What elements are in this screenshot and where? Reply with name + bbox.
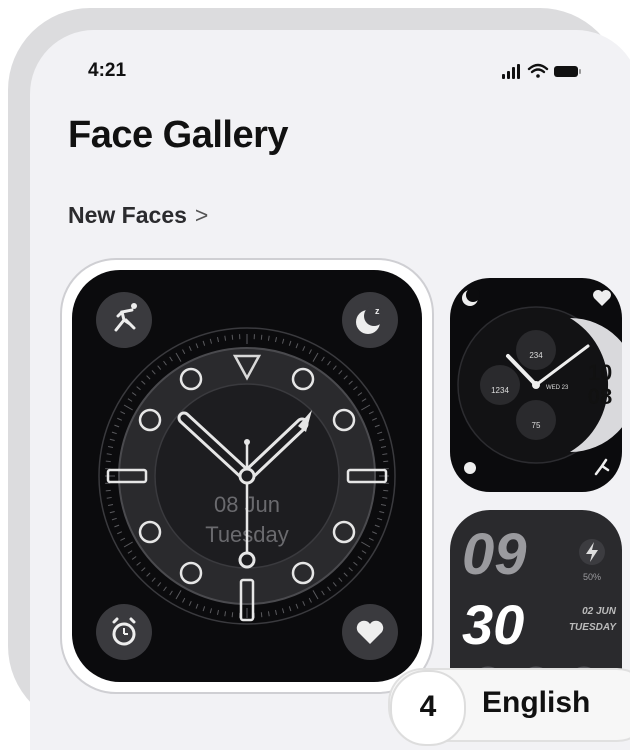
svg-text:z: z bbox=[375, 306, 380, 316]
language-pill[interactable]: 4 English bbox=[388, 668, 630, 742]
running-icon bbox=[96, 292, 152, 348]
diver-face-graphic: 08 Jun Tuesday bbox=[72, 270, 422, 682]
face2-bottom-value: 75 bbox=[532, 421, 541, 430]
battery-bolt-icon bbox=[579, 539, 605, 565]
face3-battery: 50% bbox=[583, 572, 601, 582]
page-title: Face Gallery bbox=[68, 114, 288, 157]
status-bar: 4:21 bbox=[30, 30, 630, 80]
running-icon bbox=[596, 460, 608, 474]
face2-top-value: 234 bbox=[529, 351, 543, 360]
face2-minute: 08 bbox=[588, 384, 612, 409]
signal-icon bbox=[502, 64, 520, 79]
chevron-right-icon: > bbox=[195, 202, 208, 228]
status-time: 4:21 bbox=[88, 60, 126, 82]
wifi-icon bbox=[529, 65, 547, 78]
sun-icon bbox=[464, 462, 476, 474]
heart-icon bbox=[593, 290, 611, 306]
battery-icon bbox=[554, 66, 581, 77]
watch-face-card-infograph[interactable]: 234 1234 75 WED 23 10 08 bbox=[450, 278, 622, 492]
moon-icon: z bbox=[342, 292, 398, 348]
section-label: New Faces bbox=[68, 202, 187, 228]
face3-date: 02 JUN bbox=[582, 606, 617, 617]
face2-date: WED 23 bbox=[546, 385, 569, 391]
alarm-icon bbox=[96, 604, 152, 660]
watch-face-diver: 08 Jun Tuesday bbox=[72, 270, 422, 682]
face2-hour: 10 bbox=[588, 360, 612, 385]
face2-steps: 1234 bbox=[491, 386, 509, 395]
step-number-badge: 4 bbox=[390, 670, 466, 746]
screen: 4:21 Face Gallery bbox=[30, 30, 630, 750]
infograph-face-graphic: 234 1234 75 WED 23 10 08 bbox=[450, 278, 622, 492]
status-icons bbox=[498, 61, 608, 81]
new-faces-link[interactable]: New Faces > bbox=[68, 202, 208, 229]
watch-face-card-main[interactable]: 08 Jun Tuesday bbox=[60, 258, 434, 694]
face3-day: TUESDAY bbox=[569, 622, 617, 633]
phone-frame: 4:21 Face Gallery bbox=[8, 8, 622, 728]
moon-icon bbox=[462, 288, 480, 306]
face3-hour: 09 bbox=[462, 522, 527, 587]
language-label: English bbox=[482, 686, 590, 720]
heart-icon bbox=[342, 604, 398, 660]
face3-minute: 30 bbox=[462, 593, 524, 656]
